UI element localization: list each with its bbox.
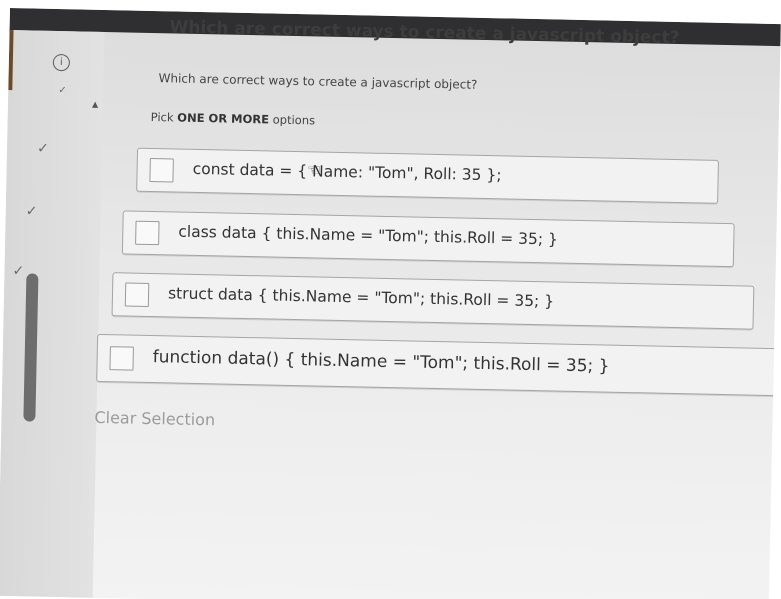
- option-2-checkbox[interactable]: [135, 220, 160, 246]
- option-4-label: function data() { this.Name = "Tom"; thi…: [152, 347, 610, 377]
- option-4-checkbox[interactable]: [109, 346, 134, 371]
- test-screen: i ✓ ▲ ✓ ✓ ✓ Which are correct ways to cr…: [0, 8, 781, 599]
- option-3-checkbox[interactable]: [124, 282, 150, 307]
- photo-frame: i ✓ ▲ ✓ ✓ ✓ Which are correct ways to cr…: [0, 0, 781, 599]
- check-icon: ✓: [12, 263, 25, 280]
- check-icon: ✓: [25, 203, 38, 220]
- check-icon: ✓: [36, 140, 49, 157]
- option-1[interactable]: const data = { Name: "Tom", Roll: 35 };: [136, 147, 719, 204]
- option-2-label: class data { this.Name = "Tom"; this.Rol…: [178, 222, 559, 249]
- option-2[interactable]: class data { this.Name = "Tom"; this.Rol…: [121, 210, 735, 268]
- option-3-label: struct data { this.Name = "Tom"; this.Ro…: [167, 284, 555, 311]
- check-icon: ✓: [58, 85, 67, 97]
- clear-selection-link[interactable]: Clear Selection: [94, 408, 215, 430]
- question-text: Which are correct ways to create a javas…: [158, 71, 478, 92]
- pick-hint-strong: ONE OR MORE: [177, 110, 270, 127]
- hand-pointer-icon: ☜: [306, 160, 322, 180]
- option-1-label: const data = { Name: "Tom", Roll: 35 };: [192, 159, 502, 185]
- option-1-checkbox[interactable]: [149, 157, 174, 183]
- pick-hint-suffix: options: [268, 112, 316, 128]
- option-4[interactable]: function data() { this.Name = "Tom"; thi…: [96, 333, 780, 397]
- pick-hint-prefix: Pick: [150, 109, 178, 125]
- chevron-up-icon[interactable]: ▲: [92, 100, 98, 109]
- option-3[interactable]: struct data { this.Name = "Tom"; this.Ro…: [111, 272, 755, 330]
- question-nav-rail: [0, 29, 105, 598]
- pick-hint: Pick ONE OR MORE options: [151, 110, 316, 127]
